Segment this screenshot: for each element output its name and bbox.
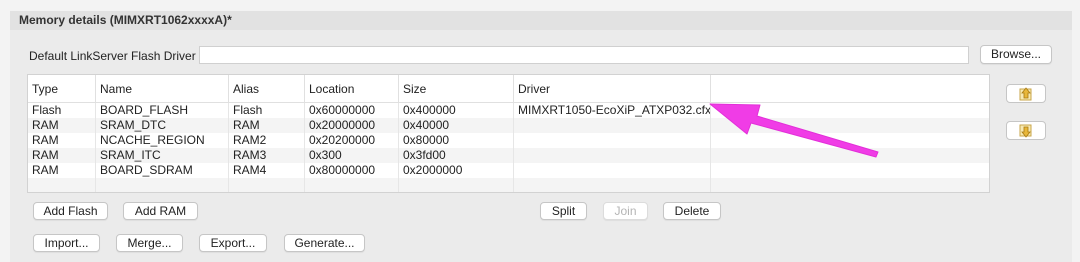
column-header-driver[interactable]: Driver [514,75,711,102]
cell-location: 0x20000000 [305,118,399,133]
cell-size: 0x80000 [399,133,514,148]
cell-alias: RAM3 [229,148,305,163]
cell-type: RAM [28,148,96,163]
browse-button[interactable]: Browse... [980,45,1052,64]
cell-location: 0x20200000 [305,133,399,148]
column-header-name[interactable]: Name [96,75,229,102]
cell-type: RAM [28,163,96,178]
cell-name: SRAM_ITC [96,148,229,163]
table-row[interactable]: RAM BOARD_SDRAM RAM4 0x80000000 0x200000… [28,163,989,178]
column-header-type[interactable]: Type [28,75,96,102]
cell-location: 0x60000000 [305,103,399,118]
cell-driver [514,133,711,148]
cell-name: BOARD_FLASH [96,103,229,118]
empty-cell [514,178,711,192]
column-header-location[interactable]: Location [305,75,399,102]
annotation-arrow [709,103,879,158]
move-down-button[interactable] [1006,121,1046,140]
cell-alias: RAM [229,118,305,133]
cell-driver [514,163,711,178]
empty-cell [399,178,514,192]
flash-driver-label: Default LinkServer Flash Driver [29,49,196,63]
cell-size: 0x40000 [399,118,514,133]
table-empty-row [28,178,989,192]
add-ram-button[interactable]: Add RAM [123,202,198,220]
cell-name: BOARD_SDRAM [96,163,229,178]
empty-cell [305,178,399,192]
cell-type: Flash [28,103,96,118]
cell-type: RAM [28,133,96,148]
flash-driver-input[interactable] [199,46,969,64]
generate-button[interactable]: Generate... [284,234,365,252]
cell-size: 0x3fd00 [399,148,514,163]
merge-button[interactable]: Merge... [116,234,183,252]
add-flash-button[interactable]: Add Flash [33,202,108,220]
cell-driver [514,118,711,133]
empty-cell [229,178,305,192]
cell-location: 0x80000000 [305,163,399,178]
split-button[interactable]: Split [540,202,587,220]
cell-driver: MIMXRT1050-EcoXiP_ATXP032.cfx [514,103,711,118]
cell-name: SRAM_DTC [96,118,229,133]
empty-cell [96,178,229,192]
section-title: Memory details (MIMXRT1062xxxxA)* [19,13,232,27]
cell-alias: Flash [229,103,305,118]
column-header-size[interactable]: Size [399,75,514,102]
join-button[interactable]: Join [603,202,648,220]
column-header-alias[interactable]: Alias [229,75,305,102]
cell-alias: RAM2 [229,133,305,148]
move-down-icon [1019,124,1032,138]
cell-location: 0x300 [305,148,399,163]
move-up-icon [1019,86,1032,100]
import-button[interactable]: Import... [33,234,100,252]
section-header: Memory details (MIMXRT1062xxxxA)* [10,11,1072,30]
cell-driver [514,148,711,163]
cell-type: RAM [28,118,96,133]
cell-alias: RAM4 [229,163,305,178]
export-button[interactable]: Export... [199,234,267,252]
cell-size: 0x2000000 [399,163,514,178]
cell-size: 0x400000 [399,103,514,118]
delete-button[interactable]: Delete [663,202,721,220]
empty-cell [28,178,96,192]
move-up-button[interactable] [1006,84,1046,103]
cell-name: NCACHE_REGION [96,133,229,148]
